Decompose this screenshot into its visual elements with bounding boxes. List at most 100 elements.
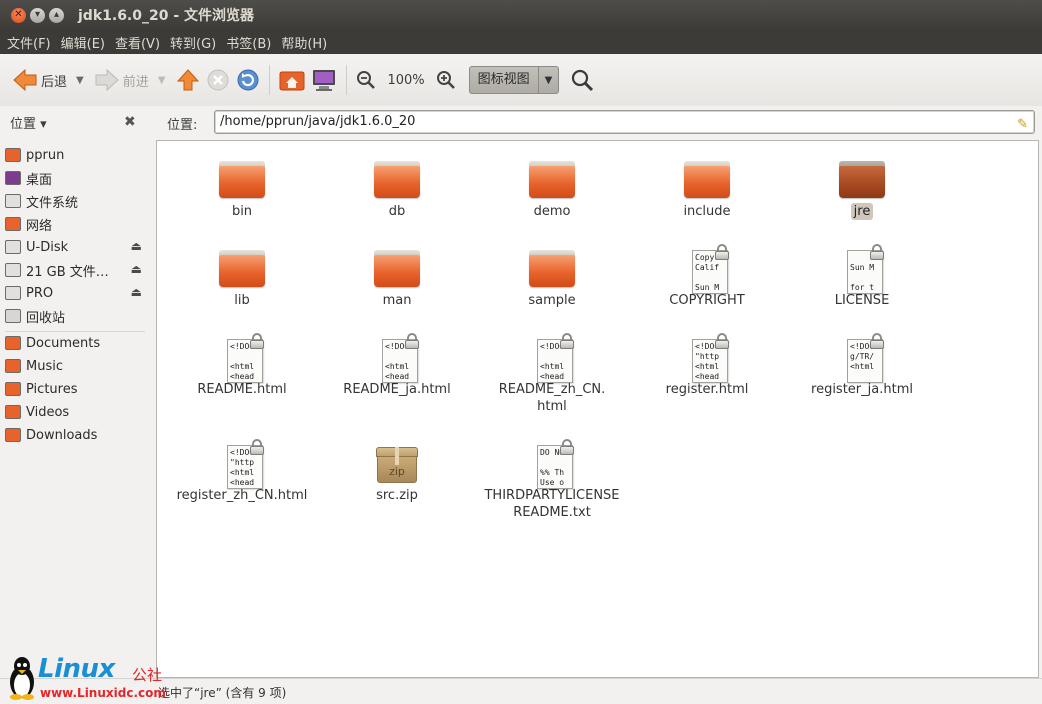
sidebar-mode-selector[interactable]: 位置 ▾	[10, 113, 47, 132]
file-item-jre[interactable]: jre	[785, 155, 939, 220]
sidebar-item-trash[interactable]: 回收站	[5, 305, 145, 327]
file-item-src-zip[interactable]: zip src.zip	[320, 439, 474, 504]
sidebar-item-network[interactable]: 网络	[5, 213, 145, 235]
file-name: demo	[533, 204, 571, 219]
sidebar-item-label: Documents	[26, 335, 101, 351]
location-path-input[interactable]: /home/pprun/java/jdk1.6.0_20 ✎	[214, 110, 1035, 134]
sidebar-item-downloads[interactable]: Downloads	[5, 424, 145, 446]
menu-bookmarks[interactable]: 书签(B)	[222, 33, 275, 52]
view-mode-label: 图标视图	[470, 67, 539, 93]
file-name: README_ja.html	[343, 382, 451, 397]
watermark-brand-cn: 公社	[132, 666, 163, 684]
minimize-window-button[interactable]: ▾	[30, 7, 45, 23]
menu-help[interactable]: 帮助(H)	[277, 33, 331, 52]
zoom-level[interactable]: 100%	[387, 73, 424, 88]
file-name: include	[683, 204, 731, 219]
file-item-man[interactable]: man	[320, 244, 474, 309]
sidebar-item-documents[interactable]: Documents	[5, 332, 145, 354]
clear-location-icon[interactable]: ✎	[1017, 114, 1028, 136]
eject-icon[interactable]: ⏏	[131, 285, 142, 299]
zoom-in-button[interactable]	[433, 63, 459, 97]
computer-button[interactable]	[308, 63, 340, 97]
file-item-readme-zh-cn-html[interactable]: <!DOC <html <head README_zh_CN. html	[475, 333, 629, 415]
file-item-register-zh-cn-html[interactable]: <!DOC "http <html <head register_zh_CN.h…	[165, 439, 319, 504]
stop-button[interactable]	[203, 63, 233, 97]
file-name: LICENSE	[834, 293, 890, 308]
folder-icon	[219, 250, 265, 287]
file-name: bin	[231, 204, 253, 219]
eject-icon[interactable]: ⏏	[131, 262, 142, 276]
sidebar-item-pprun[interactable]: pprun	[5, 144, 145, 166]
sidebar-item-label: Pictures	[26, 381, 78, 397]
downloads-folder-icon	[5, 428, 21, 442]
file-item-bin[interactable]: bin	[165, 155, 319, 220]
sidebar-item-pictures[interactable]: Pictures	[5, 378, 145, 400]
file-item-readme-html[interactable]: <!DOC <html <head README.html	[165, 333, 319, 398]
forward-history-dropdown[interactable]: ▼	[158, 75, 166, 86]
sidebar-item-label: PRO	[26, 285, 54, 301]
file-item-register-html[interactable]: <!DOC "http <html <head register.html	[630, 333, 784, 398]
file-item-license[interactable]: Sun M for t LICENSE	[785, 244, 939, 309]
file-item-lib[interactable]: lib	[165, 244, 319, 309]
menu-edit[interactable]: 编辑(E)	[57, 33, 109, 52]
watermark-logo: Linux 公社 www.Linuxidc.com	[4, 652, 184, 704]
sidebar-item-label: 回收站	[26, 310, 66, 326]
sidebar-item-desktop[interactable]: 桌面	[5, 167, 145, 189]
file-name: THIRDPARTYLICENSE README.txt	[484, 488, 620, 520]
sidebar-item-videos[interactable]: Videos	[5, 401, 145, 423]
search-button[interactable]	[567, 63, 597, 97]
view-mode-combo[interactable]: 图标视图 ▼	[468, 66, 560, 94]
sidebar-item-label: 桌面	[26, 172, 53, 188]
menu-file[interactable]: 文件(F)	[3, 33, 55, 52]
back-button[interactable]: 后退	[10, 63, 70, 97]
reload-icon	[237, 69, 259, 91]
back-arrow-icon	[13, 69, 37, 91]
home-button[interactable]	[276, 63, 308, 97]
up-button[interactable]	[173, 63, 203, 97]
reload-button[interactable]	[233, 63, 263, 97]
menu-go[interactable]: 转到(G)	[166, 33, 220, 52]
sidebar-item-music[interactable]: Music	[5, 355, 145, 377]
file-item-copyright[interactable]: Copyr Calif Sun M COPYRIGHT	[630, 244, 784, 309]
sidebar-item-filesystem[interactable]: 文件系统	[5, 190, 145, 212]
file-item-db[interactable]: db	[320, 155, 474, 220]
sidebar-item-pro[interactable]: PRO ⏏	[5, 282, 145, 304]
lock-icon	[249, 333, 265, 349]
forward-button[interactable]: 前进	[92, 63, 152, 97]
folder-icon	[684, 161, 730, 198]
sidebar-item-label: Music	[26, 358, 63, 374]
file-name: README_zh_CN. html	[498, 382, 606, 414]
file-item-readme-ja-html[interactable]: <!DOC <html <head README_ja.html	[320, 333, 474, 398]
sidebar-item-label: 21 GB 文件…	[26, 264, 109, 280]
lock-icon	[869, 244, 885, 260]
maximize-window-button[interactable]: ▴	[49, 7, 64, 23]
music-folder-icon	[5, 359, 21, 373]
close-sidebar-icon[interactable]: ✖	[124, 114, 136, 130]
file-name: register.html	[665, 382, 749, 397]
file-view[interactable]: bin db demo include jre lib man sample C…	[156, 140, 1039, 678]
file-name: db	[388, 204, 406, 219]
location-path-text: /home/pprun/java/jdk1.6.0_20	[220, 114, 416, 129]
zoom-out-icon	[357, 71, 376, 89]
file-item-demo[interactable]: demo	[475, 155, 629, 220]
close-window-button[interactable]: ✕	[11, 7, 26, 23]
title-bar: ✕ ▾ ▴ jdk1.6.0_20 - 文件浏览器	[0, 0, 1042, 30]
zoom-out-button[interactable]	[353, 63, 379, 97]
forward-label: 前进	[122, 74, 149, 90]
file-item-thirdpartylicense-readme[interactable]: DO NO %% Th Use o THIRDPARTYLICENSE READ…	[475, 439, 629, 521]
home-folder-icon	[5, 148, 21, 162]
file-name: register_zh_CN.html	[176, 488, 308, 503]
eject-icon[interactable]: ⏏	[131, 239, 142, 253]
lock-icon	[714, 333, 730, 349]
back-history-dropdown[interactable]: ▼	[76, 75, 84, 86]
file-item-sample[interactable]: sample	[475, 244, 629, 309]
tux-penguin-icon	[10, 657, 34, 700]
file-name: sample	[528, 293, 576, 308]
watermark-brand: Linux	[38, 654, 115, 684]
sidebar-item-21gb-volume[interactable]: 21 GB 文件… ⏏	[5, 259, 145, 281]
sidebar-item-u-disk[interactable]: U-Disk ⏏	[5, 236, 145, 258]
file-item-register-ja-html[interactable]: <!DOC g/TR/ <html register_ja.html	[785, 333, 939, 398]
lock-icon	[559, 439, 575, 455]
menu-view[interactable]: 查看(V)	[111, 33, 164, 52]
file-item-include[interactable]: include	[630, 155, 784, 220]
